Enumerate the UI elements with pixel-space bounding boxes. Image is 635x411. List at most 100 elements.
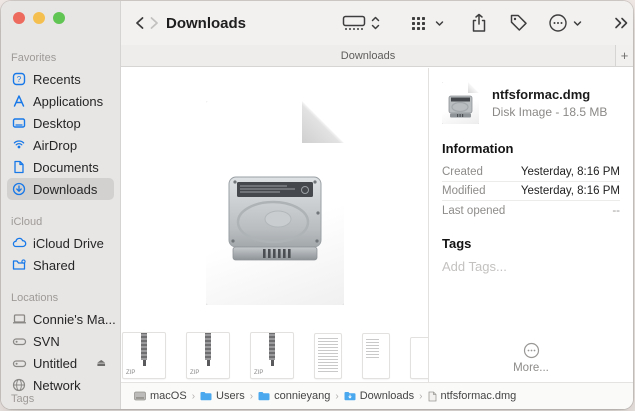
icloud-icon <box>11 235 27 251</box>
recents-icon: ? <box>11 71 27 87</box>
sidebar-item-airdrop[interactable]: AirDrop <box>7 134 114 156</box>
sidebar-section-icloud: iCloud <box>11 216 43 228</box>
sidebar-item-label: SVN <box>33 333 60 349</box>
sidebar-item-label: iCloud Drive <box>33 235 104 251</box>
group-by-button[interactable] <box>410 11 444 35</box>
desktop-icon <box>11 115 27 131</box>
sidebar-item-label: Downloads <box>33 181 98 197</box>
thumbnail-zip-file[interactable]: ZIP <box>187 333 229 378</box>
gallery-view-icon <box>342 11 366 35</box>
disk-image-mini-icon <box>448 95 473 118</box>
tab-downloads[interactable]: Downloads <box>121 45 615 66</box>
selected-file-preview[interactable] <box>206 101 344 305</box>
sidebar-item-recents[interactable]: ? Recents <box>7 68 114 90</box>
window-controls <box>13 12 65 24</box>
sidebar-section-favorites: Favorites <box>11 52 57 64</box>
path-separator: › <box>249 390 254 402</box>
inspector-panel: ntfsformac.dmg Disk Image - 18.5 MB Info… <box>428 68 633 382</box>
path-item-file[interactable]: ntfsformac.dmg <box>428 390 516 402</box>
sidebar-item-svn[interactable]: SVN <box>7 330 114 352</box>
documents-icon <box>11 159 27 175</box>
more-options-button[interactable] <box>548 11 582 35</box>
laptop-icon <box>11 311 27 327</box>
toolbar: Downloads <box>121 1 633 45</box>
eject-icon[interactable]: ⏏ <box>97 358 110 369</box>
sidebar-item-shared[interactable]: Shared <box>7 254 114 276</box>
svg-text:?: ? <box>17 75 22 84</box>
path-item-downloads[interactable]: Downloads <box>344 390 414 402</box>
sidebar-section-tags: Tags <box>11 393 35 405</box>
drive-icon <box>134 391 146 401</box>
zoom-button[interactable] <box>53 12 65 24</box>
main-area: Downloads Downloads + ZIP ZIP ZIP ntfsfo… <box>121 1 633 409</box>
sidebar-item-icloud-drive[interactable]: iCloud Drive <box>7 232 114 254</box>
new-tab-button[interactable]: + <box>615 45 633 66</box>
applications-icon <box>11 93 27 109</box>
info-row-last-opened: Last opened -- <box>442 204 620 217</box>
minimize-button[interactable] <box>33 12 45 24</box>
toolbar-overflow-button[interactable] <box>614 11 630 35</box>
sidebar: Favorites ? Recents Applications Desktop… <box>1 1 121 409</box>
tags-header: Tags <box>442 236 472 251</box>
path-separator: › <box>191 390 196 402</box>
folder-download-icon <box>344 391 356 401</box>
path-item-users[interactable]: Users <box>200 390 245 402</box>
sidebar-item-label: Desktop <box>33 115 81 131</box>
thumbnail-zip-file[interactable]: ZIP <box>251 333 293 378</box>
downloads-icon <box>11 181 27 197</box>
thumbnail-text-document[interactable] <box>363 334 389 378</box>
view-switcher[interactable] <box>342 11 380 35</box>
zip-badge: ZIP <box>190 370 200 376</box>
sidebar-item-untitled[interactable]: Untitled ⏏ <box>7 352 114 374</box>
close-button[interactable] <box>13 12 25 24</box>
content-area: ZIP ZIP ZIP ! <box>121 68 633 382</box>
sidebar-item-label: AirDrop <box>33 137 78 153</box>
info-row-modified: Modified Yesterday, 8:16 PM <box>442 182 620 201</box>
sidebar-item-label: Documents <box>33 159 99 175</box>
page-fold <box>302 101 344 143</box>
sidebar-item-downloads[interactable]: Downloads <box>7 178 114 200</box>
file-name: ntfsformac.dmg <box>492 87 591 102</box>
chevron-up-down-icon <box>371 11 380 35</box>
external-disk-icon <box>11 355 27 371</box>
sidebar-item-connies-mac[interactable]: Connie's Ma... <box>7 308 116 330</box>
finder-window: Favorites ? Recents Applications Desktop… <box>1 1 633 409</box>
sidebar-item-label: Applications <box>33 93 104 109</box>
sidebar-item-applications[interactable]: Applications <box>7 90 114 112</box>
folder-icon <box>258 391 270 401</box>
sidebar-item-label: Network <box>33 377 81 393</box>
sidebar-item-label: Recents <box>33 71 81 87</box>
folder-icon <box>200 391 212 401</box>
gallery-strip: ZIP ZIP ZIP ! <box>121 330 431 382</box>
back-button[interactable] <box>134 12 145 34</box>
preview-pane: ZIP ZIP ZIP ! <box>121 68 431 382</box>
tag-button[interactable] <box>509 11 529 35</box>
more-button[interactable]: More... <box>429 342 633 374</box>
thumbnail-zip-file[interactable]: ZIP <box>123 333 165 378</box>
sidebar-item-desktop[interactable]: Desktop <box>7 112 114 134</box>
path-bar: macOS › Users › connieyang › Downloads ›… <box>121 382 633 409</box>
ellipsis-circle-icon <box>548 11 568 35</box>
path-separator: › <box>335 390 339 402</box>
ellipsis-circle-icon <box>523 342 539 359</box>
group-icon <box>410 11 430 35</box>
add-tags-field[interactable]: Add Tags... <box>442 259 620 274</box>
zip-badge: ZIP <box>254 370 264 376</box>
external-disk-icon <box>11 333 27 349</box>
file-kind-size: Disk Image - 18.5 MB <box>492 105 608 119</box>
tab-bar: Downloads + <box>121 45 633 67</box>
shared-folder-icon <box>11 257 27 273</box>
disk-image-icon <box>228 176 322 261</box>
thumbnail-text-document[interactable] <box>315 334 341 378</box>
airdrop-icon <box>11 137 27 153</box>
forward-button[interactable] <box>149 12 160 34</box>
file-icon <box>428 391 437 402</box>
share-button[interactable] <box>471 11 487 35</box>
zip-badge: ZIP <box>126 370 136 376</box>
sidebar-item-documents[interactable]: Documents <box>7 156 114 178</box>
globe-icon <box>11 377 27 393</box>
path-item-connieyang[interactable]: connieyang <box>258 390 330 402</box>
chevron-down-icon <box>573 11 582 35</box>
sidebar-item-label: Connie's Ma... <box>33 311 116 327</box>
path-item-macos[interactable]: macOS <box>134 390 187 402</box>
